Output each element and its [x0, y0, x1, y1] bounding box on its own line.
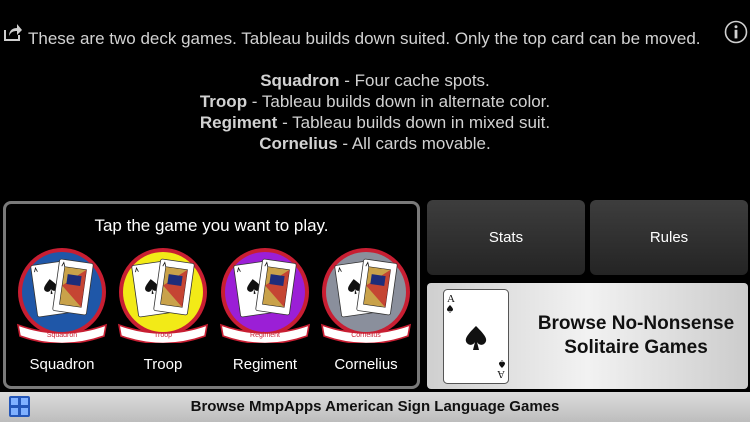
variant-desc: - Tableau builds down in alternate color… — [247, 92, 551, 111]
variant-line-cornelius: Cornelius - All cards movable. — [0, 133, 750, 154]
variant-line-squadron: Squadron - Four cache spots. — [0, 70, 750, 91]
browse-solitaire-line1: Browse No-Nonsense — [537, 313, 735, 334]
browse-solitaire-button[interactable]: A A Browse No-Nonsense Solitaire Games — [427, 283, 748, 389]
troop-patch-icon: Troop — [117, 248, 209, 343]
cornelius-patch-icon: Cornelius — [320, 248, 412, 343]
variant-name: Cornelius — [259, 134, 338, 153]
ace-of-spades-icon: A A — [443, 289, 509, 384]
game-label: Cornelius — [334, 356, 398, 373]
rules-button[interactable]: Rules — [590, 200, 748, 275]
game-picker: Tap the game you want to play. Squadron … — [3, 201, 420, 389]
variant-desc: - Tableau builds down in mixed suit. — [277, 113, 551, 132]
variant-name: Regiment — [199, 113, 278, 132]
stats-button[interactable]: Stats — [427, 200, 585, 275]
patch-banner-text: Squadron — [47, 332, 77, 339]
variant-descriptions: Squadron - Four cache spots. Troop - Tab… — [0, 70, 750, 154]
game-label: Squadron — [29, 356, 95, 373]
squadron-patch-icon: Squadron — [16, 248, 108, 343]
info-icon[interactable] — [724, 20, 748, 44]
game-squadron[interactable]: Squadron Squadron — [16, 247, 108, 387]
patch-banner-text: Troop — [154, 332, 172, 339]
game-label: Regiment — [232, 356, 298, 373]
game-cornelius[interactable]: Cornelius Cornelius — [320, 247, 412, 387]
variant-desc: - All cards movable. — [337, 134, 491, 153]
variant-desc: - Four cache spots. — [339, 71, 490, 90]
patch-banner-text: Regiment — [250, 332, 280, 339]
browse-asl-label: Browse MmpApps American Sign Language Ga… — [190, 398, 560, 415]
browse-solitaire-label: Browse No-Nonsense Solitaire Games — [524, 312, 748, 360]
game-regiment[interactable]: Regiment Regiment — [219, 247, 311, 387]
share-icon[interactable] — [3, 22, 23, 42]
regiment-patch-icon: Regiment — [219, 248, 311, 343]
variant-line-troop: Troop - Tableau builds down in alternate… — [0, 91, 750, 112]
patch-banner-text: Cornelius — [351, 332, 381, 339]
browse-solitaire-line2: Solitaire Games — [564, 337, 708, 358]
card-rank: A — [497, 368, 505, 380]
game-troop[interactable]: Troop Troop — [117, 247, 209, 387]
game-label: Troop — [143, 356, 183, 373]
browse-asl-button[interactable]: Browse MmpApps American Sign Language Ga… — [0, 392, 750, 422]
picker-prompt: Tap the game you want to play. — [94, 216, 329, 235]
variant-name: Troop — [199, 92, 248, 111]
variant-name: Squadron — [260, 71, 340, 90]
card-rank: A — [447, 293, 455, 305]
intro-text: These are two deck games. Tableau builds… — [28, 29, 701, 48]
variant-line-regiment: Regiment - Tableau builds down in mixed … — [0, 112, 750, 133]
